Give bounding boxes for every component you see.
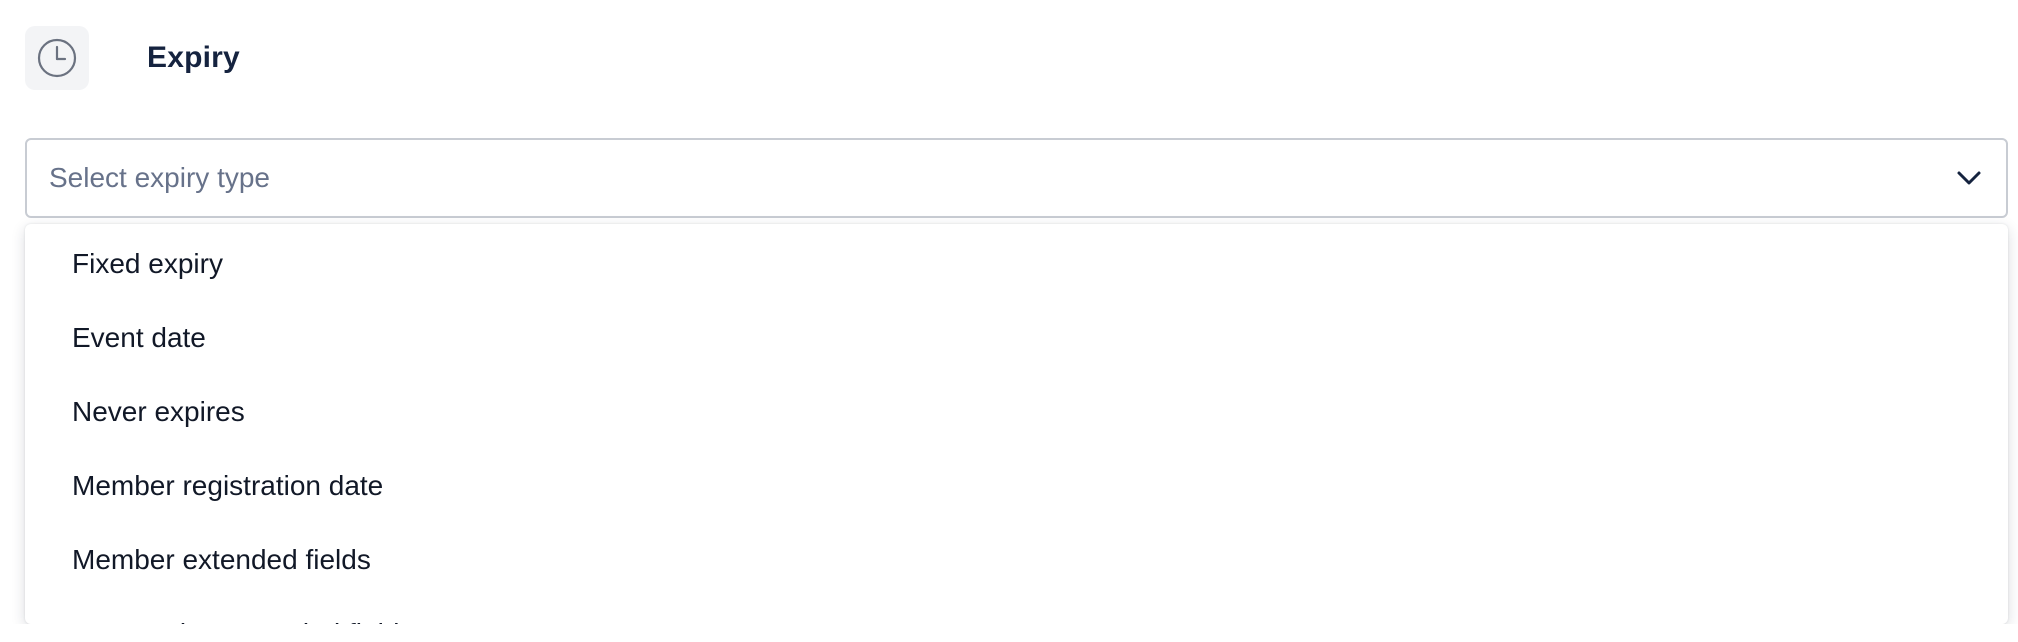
expiry-icon-tile: [25, 25, 89, 90]
chevron-down-icon[interactable]: [1954, 163, 1984, 193]
option-never-expires[interactable]: Never expires: [25, 375, 2008, 449]
select-placeholder: Select expiry type: [49, 162, 270, 193]
section-title: Expiry: [147, 40, 240, 74]
clock-icon: [37, 38, 77, 77]
expiry-type-dropdown: Fixed expiry Event date Never expires Me…: [25, 224, 2008, 624]
option-transaction-extended-fields[interactable]: Transaction extended fields: [25, 597, 2008, 624]
option-event-date[interactable]: Event date: [25, 301, 2008, 375]
expiry-section-header: Expiry: [25, 25, 240, 90]
option-fixed-expiry[interactable]: Fixed expiry: [25, 227, 2008, 301]
option-member-extended-fields[interactable]: Member extended fields: [25, 523, 2008, 597]
page-bottom-strip: [0, 624, 2018, 642]
option-member-registration-date[interactable]: Member registration date: [25, 449, 2008, 523]
expiry-type-select[interactable]: Select expiry type: [25, 138, 2008, 218]
